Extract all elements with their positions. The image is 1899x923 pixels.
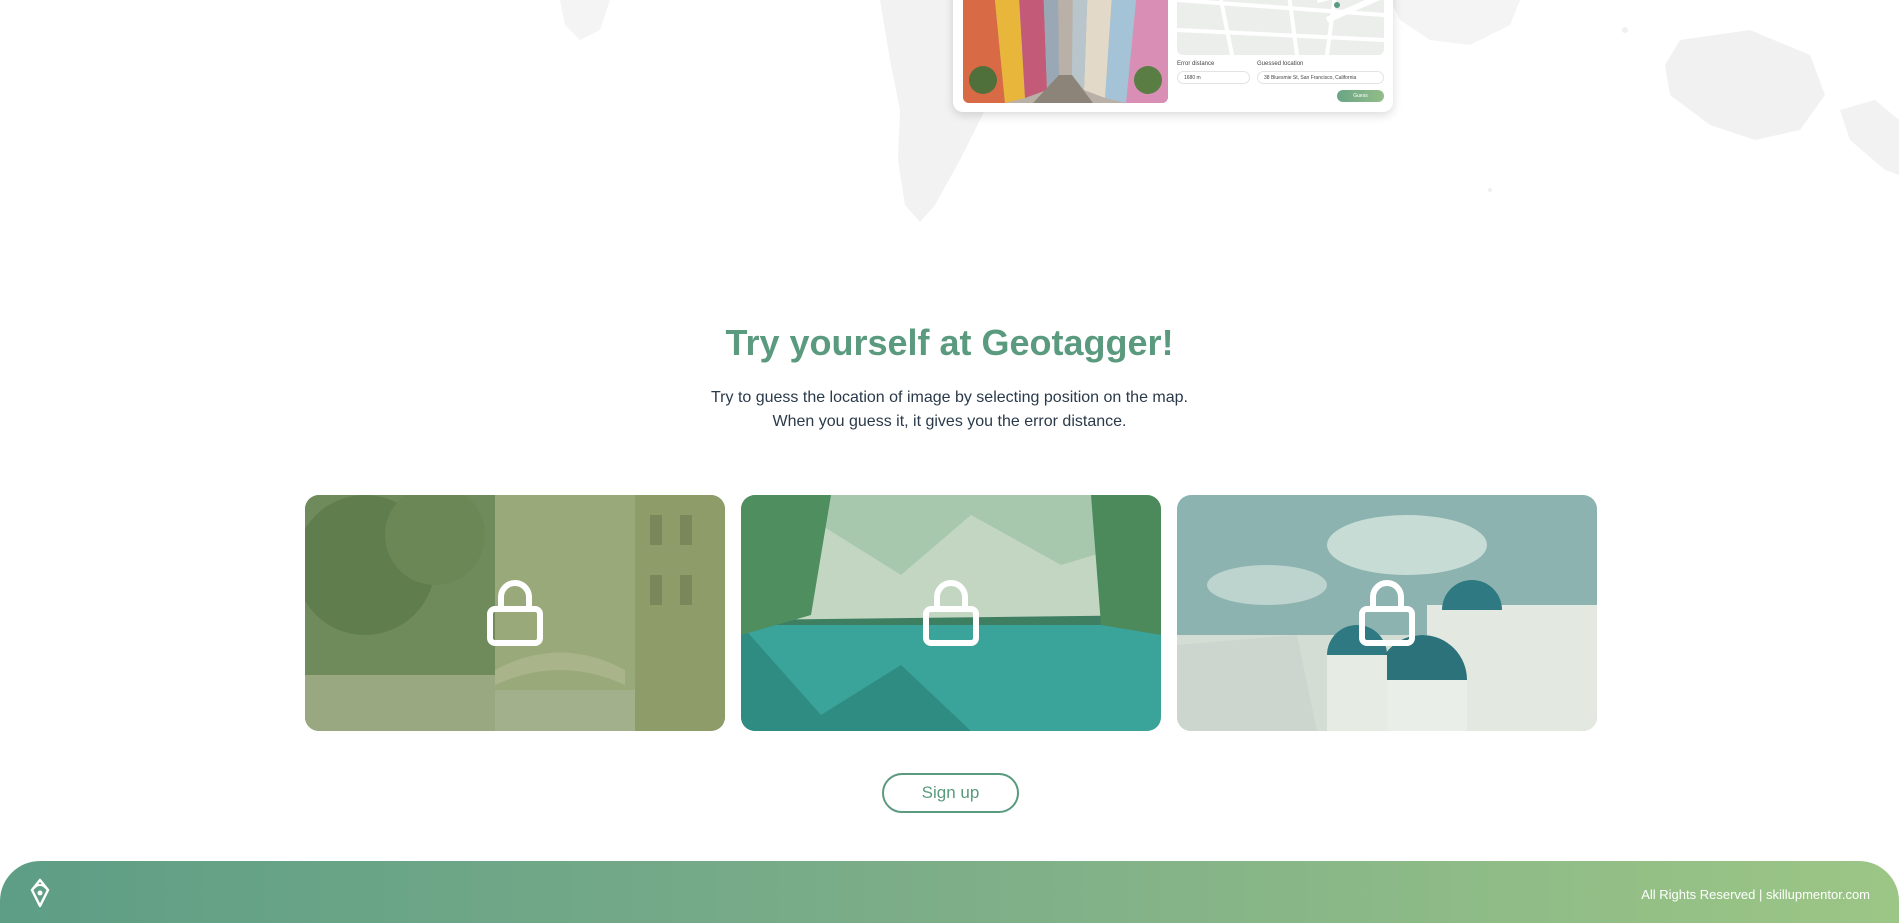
lock-icon (1359, 580, 1415, 646)
section-subtitle: Try to guess the location of image by se… (0, 386, 1899, 434)
guessed-location-label: Guessed location (1257, 61, 1304, 67)
page: Error distance Guessed location 1680 m 3… (0, 0, 1899, 923)
subtitle-line-2: When you guess it, it gives you the erro… (772, 413, 1127, 430)
error-distance-field: 1680 m (1177, 71, 1250, 84)
footer-copyright: All Rights Reserved | skillupmentor.com (1641, 887, 1870, 902)
geotagger-pin-icon[interactable] (28, 878, 52, 908)
location-card-mountain-lake[interactable] (741, 495, 1161, 731)
locked-locations-grid (305, 495, 1598, 731)
game-preview-card: Error distance Guessed location 1680 m 3… (953, 0, 1393, 112)
section-title: Try yourself at Geotagger! (725, 322, 1174, 363)
sign-up-button[interactable]: Sign up (882, 773, 1019, 813)
lock-icon (923, 580, 979, 646)
lock-icon (487, 580, 543, 646)
world-map-background (560, 0, 1899, 222)
subtitle-line-1: Try to guess the location of image by se… (710, 389, 1188, 406)
footer: All Rights Reserved | skillupmentor.com (0, 861, 1899, 923)
guessed-location-field: 38 Bluesmie St, San Francisco, Californi… (1257, 71, 1384, 84)
location-card-venice[interactable] (305, 495, 725, 731)
preview-guess-button: Guess (1337, 90, 1384, 102)
error-distance-label: Error distance (1177, 61, 1215, 67)
preview-street-photo (963, 0, 1168, 103)
location-card-santorini[interactable] (1177, 495, 1597, 731)
preview-map (1177, 0, 1384, 55)
